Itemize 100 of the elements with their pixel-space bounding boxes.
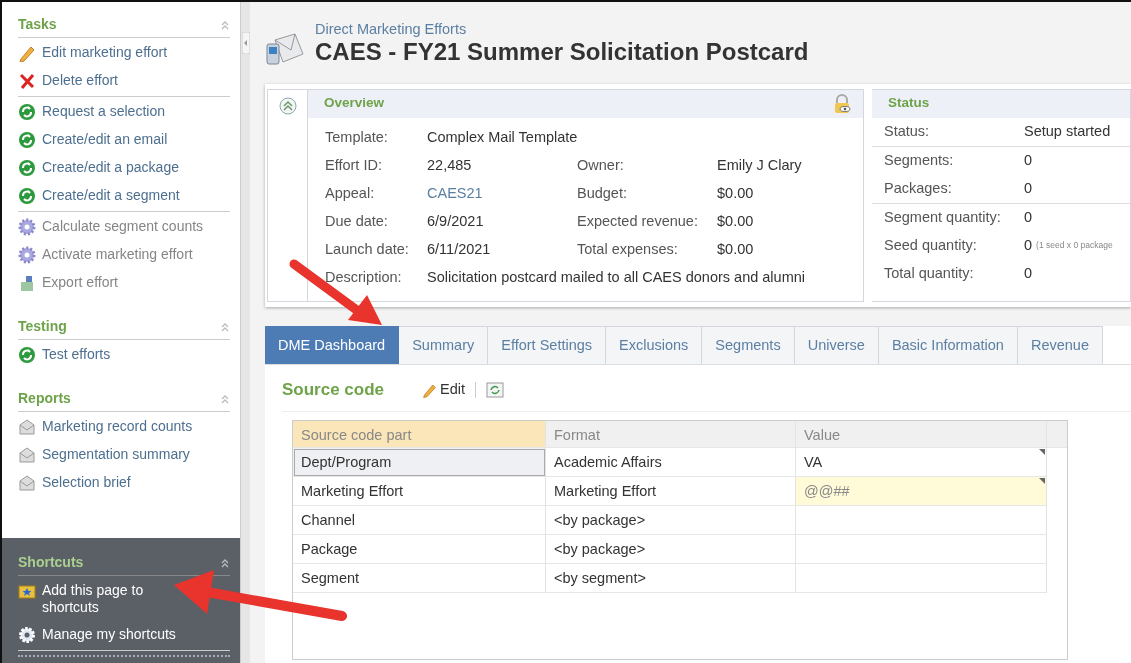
sidebar-link[interactable]: Selection brief [18, 469, 230, 497]
collapse-icon[interactable] [278, 96, 297, 115]
delete-icon [18, 72, 36, 90]
table-cell: Academic Affairs [546, 447, 796, 477]
sidebar-link[interactable]: Marketing record counts [18, 413, 230, 441]
field-value: 0 [1024, 178, 1033, 198]
refresh-icon [18, 103, 36, 121]
column-header[interactable]: Value [796, 420, 1047, 448]
field-label: Effort ID: [325, 155, 383, 175]
table-cell: <by segment> [546, 563, 796, 593]
section-title: Reports [18, 389, 71, 408]
field-value: Emily J Clary [717, 155, 802, 175]
collapse-icon[interactable] [220, 557, 230, 568]
sidebar-link[interactable]: Manage my shortcuts [18, 621, 190, 649]
table-cell: Channel [293, 505, 546, 535]
field-label: Total expenses: [577, 239, 679, 259]
gear-icon [18, 246, 36, 264]
sidebar-link[interactable]: Create/edit a segment [18, 182, 230, 210]
table-cell: VA [796, 447, 1047, 477]
sidebar-link[interactable]: Test efforts [18, 341, 230, 369]
refresh-icon [18, 131, 36, 149]
section-title: Shortcuts [18, 553, 84, 573]
breadcrumb-link[interactable]: Direct Marketing Efforts [315, 22, 809, 38]
field-label: Template: [325, 127, 389, 147]
sidebar-link[interactable]: Edit marketing effort [18, 39, 230, 67]
refresh-icon[interactable] [486, 382, 504, 399]
field-value: $0.00 [717, 239, 754, 259]
field-value: 0 [1024, 263, 1033, 283]
field-label: Appeal: [325, 183, 376, 203]
collapse-icon[interactable] [220, 321, 230, 332]
pencil-icon [18, 44, 36, 62]
dropdown-corner-icon[interactable] [1039, 448, 1045, 455]
section-title: Source code [282, 379, 386, 402]
field-value: $0.00 [717, 211, 754, 231]
sidebar-link[interactable]: Delete effort [18, 67, 230, 95]
field-label: Segment quantity: [884, 207, 1002, 227]
refresh-icon [18, 159, 36, 177]
field-label: Expected revenue: [577, 211, 699, 231]
edit-button[interactable]: Edit [422, 379, 465, 401]
column-header[interactable]: Source code part [293, 420, 546, 448]
table-cell: Marketing Effort [293, 476, 546, 506]
sidebar-link[interactable]: Create/edit a package [18, 154, 230, 182]
field-value: 22,485 [427, 155, 473, 175]
field-label: Owner: [577, 155, 625, 175]
table-row[interactable]: Channel <by package> [293, 505, 1067, 535]
collapse-icon[interactable] [220, 19, 230, 30]
page-title: CAES - FY21 Summer Solicitation Postcard [315, 37, 809, 66]
field-value: $0.00 [717, 183, 754, 203]
mail-phone-icon [265, 31, 305, 66]
table-cell: <by package> [546, 505, 796, 535]
envelope-icon [18, 474, 36, 492]
column-header[interactable]: Format [546, 420, 796, 448]
table-cell: Dept/Program [293, 447, 546, 477]
field-label: Launch date: [325, 239, 410, 259]
table-cell: @@## [796, 476, 1047, 506]
field-label: Seed quantity: [884, 235, 978, 255]
table-row[interactable]: Dept/Program Academic Affairs VA [293, 447, 1067, 477]
table-cell: Package [293, 534, 546, 564]
field-value: 0 [1024, 150, 1033, 170]
field-label: Segments: [884, 150, 955, 170]
table-cell: Segment [293, 563, 546, 593]
sidebar-link[interactable]: Create/edit an email [18, 126, 230, 154]
field-link[interactable]: CAES21 [427, 182, 577, 205]
field-value: Complex Mail Template [427, 127, 578, 147]
tab[interactable]: Summary [399, 325, 489, 365]
section-title: Tasks [18, 15, 57, 34]
field-value: Solicitation postcard mailed to all CAES donors and alumni [427, 267, 805, 287]
panel-title: Status [888, 94, 930, 113]
tab[interactable]: Universe [794, 325, 879, 365]
lock-icon[interactable] [833, 93, 851, 114]
field-value: 6/11/2021 [427, 239, 492, 259]
field-value: Setup started [1024, 121, 1111, 141]
sidebar-link[interactable]: Request a selection [18, 98, 230, 126]
field-label: Packages: [884, 178, 953, 198]
field-label: Status: [884, 121, 931, 141]
field-value: 0 [1024, 235, 1033, 255]
field-label: Total quantity: [884, 263, 975, 283]
star-folder-icon [18, 582, 36, 601]
gear-icon [18, 218, 36, 236]
section-title: Testing [18, 317, 67, 336]
tab[interactable]: Segments [702, 325, 795, 365]
collapse-tab-icon[interactable] [242, 32, 250, 54]
refresh-icon [18, 346, 36, 364]
tab[interactable]: Basic Information [878, 325, 1018, 365]
table-row[interactable]: Segment <by segment> [293, 563, 1067, 593]
refresh-icon [18, 187, 36, 205]
table-cell: <by package> [546, 534, 796, 564]
tab[interactable]: Revenue [1017, 325, 1103, 365]
tab[interactable]: DME Dashboard [265, 325, 400, 365]
sidebar-link[interactable]: Add this page to shortcuts [18, 577, 190, 621]
dropdown-corner-icon[interactable] [1039, 477, 1045, 484]
table-row[interactable]: Marketing Effort Marketing Effort @@## [293, 476, 1067, 506]
table-row[interactable]: Package <by package> [293, 534, 1067, 564]
envelope-icon [18, 418, 36, 436]
tab[interactable]: Effort Settings [488, 325, 607, 365]
panel-title: Overview [324, 94, 385, 113]
collapse-icon[interactable] [220, 393, 230, 404]
tab[interactable]: Exclusions [606, 325, 703, 365]
sidebar-link[interactable]: Segmentation summary [18, 441, 230, 469]
table-cell: Marketing Effort [546, 476, 796, 506]
